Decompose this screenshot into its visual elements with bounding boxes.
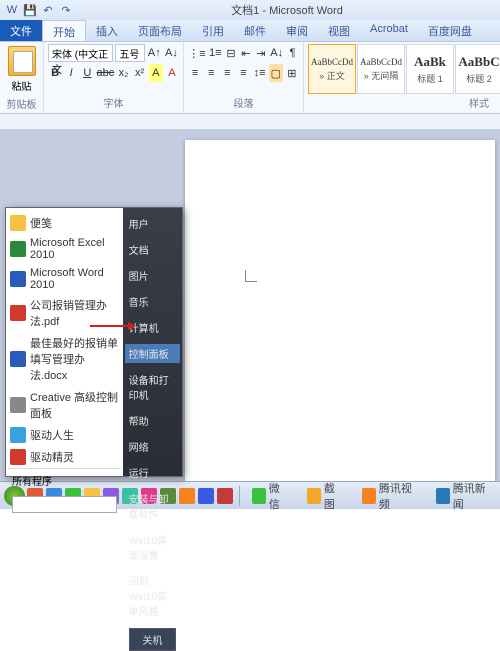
tab-home[interactable]: 开始 [42,20,86,41]
annotation-arrow [90,325,130,327]
tray-icon-10[interactable] [217,488,233,504]
tab-insert[interactable]: 插入 [86,20,128,41]
tab-layout[interactable]: 页面布局 [128,20,192,41]
multilevel-button[interactable]: ⊟ [225,44,238,62]
start-right-7[interactable]: 帮助 [125,411,180,430]
shutdown-button[interactable]: 关机 [129,628,176,651]
align-right-button[interactable]: ≡ [220,64,234,82]
undo-icon[interactable]: ↶ [40,2,56,18]
tab-mail[interactable]: 邮件 [234,20,276,41]
start-menu-left: 便笺Microsoft Excel 2010Microsoft Word 201… [6,208,123,476]
paste-button[interactable]: 粘贴 [4,44,39,95]
start-right-0[interactable]: 用户 [125,214,180,233]
start-right-10[interactable]: 安装与卸载软件 [125,489,180,523]
start-item-5[interactable]: Creative 高级控制面板 [8,386,121,424]
start-right-9[interactable]: 运行 [125,463,180,482]
italic-button[interactable]: I [64,64,78,82]
sub-button[interactable]: x₂ [116,64,130,82]
bold-button[interactable]: B [48,64,62,82]
tab-file[interactable]: 文件 [0,20,42,41]
font-color-button[interactable]: A [165,64,179,82]
taskbar-task-3[interactable]: 腾讯新闻 [430,478,496,514]
tab-view[interactable]: 视图 [318,20,360,41]
start-right-1[interactable]: 文档 [125,240,180,259]
shading-button[interactable]: ▢ [269,64,283,82]
page[interactable] [185,140,495,490]
justify-button[interactable]: ≡ [236,64,250,82]
styles-group-label: 样式 [308,94,500,111]
taskbar-task-1[interactable]: 截图 [301,478,348,514]
ribbon: 粘贴 剪贴板 宋体 (中文正文 五号 A↑ A↓ B I U abc x₂ x²… [0,42,500,114]
start-right-3[interactable]: 音乐 [125,292,180,311]
start-right-11[interactable]: Win10桌面设置 [125,530,180,564]
shrink-font-icon[interactable]: A↓ [164,44,179,62]
taskbar-task-2[interactable]: 腾讯视频 [356,478,422,514]
underline-button[interactable]: U [80,64,94,82]
taskbar-task-0[interactable]: 微信 [246,478,293,514]
grow-font-icon[interactable]: A↑ [147,44,162,62]
all-programs[interactable]: 所有程序 [8,468,121,492]
start-item-6[interactable]: 驱动人生 [8,424,121,446]
paste-icon [8,46,36,76]
align-left-button[interactable]: ≡ [188,64,202,82]
paste-label: 粘贴 [12,78,32,93]
show-marks-button[interactable]: ¶ [286,44,299,62]
quick-access-toolbar: W 💾 ↶ ↷ [4,2,74,18]
start-right-5[interactable]: 控制面板 [125,344,180,363]
style-item-0[interactable]: AaBbCcDd» 正文 [308,44,356,94]
start-item-7[interactable]: 驱动精灵 [8,446,121,468]
word-icon[interactable]: W [4,2,20,18]
para-group-label: 段落 [188,94,299,111]
search-input[interactable] [12,496,117,513]
clipboard-group-label: 剪贴板 [4,95,39,112]
start-right-6[interactable]: 设备和打印机 [125,370,180,404]
tab-review[interactable]: 审阅 [276,20,318,41]
cursor-mark [245,270,257,282]
ruler [0,114,500,130]
taskbar-separator [239,486,240,506]
group-styles: AaBbCcDd» 正文AaBbCcDd» 无间隔AaBk标题 1AaBbC标题… [304,42,500,113]
start-right-12[interactable]: 回到Win10菜单风格 [125,571,180,620]
style-item-2[interactable]: AaBk标题 1 [406,44,454,94]
title-bar: W 💾 ↶ ↷ 文档1 - Microsoft Word [0,0,500,20]
taskbar-tasks: 微信截图腾讯视频腾讯新闻 [246,478,496,514]
sup-button[interactable]: x² [133,64,147,82]
bullets-button[interactable]: ⋮≡ [188,44,206,62]
start-item-4[interactable]: 最佳最好的报销单填写管理办法.docx [8,332,121,386]
start-menu-right: 用户文档图片音乐计算机控制面板设备和打印机帮助网络运行安装与卸载软件Win10桌… [123,208,182,476]
align-center-button[interactable]: ≡ [204,64,218,82]
start-right-2[interactable]: 图片 [125,266,180,285]
font-size-select[interactable]: 五号 [115,44,144,62]
start-menu: 便笺Microsoft Excel 2010Microsoft Word 201… [5,207,183,477]
save-icon[interactable]: 💾 [22,2,38,18]
group-clipboard: 粘贴 剪贴板 [0,42,44,113]
tab-baidu[interactable]: 百度网盘 [418,20,482,41]
sort-button[interactable]: A↓ [269,44,284,62]
line-spacing-button[interactable]: ↕≡ [253,64,267,82]
ribbon-tabs: 文件 开始 插入 页面布局 引用 邮件 审阅 视图 Acrobat 百度网盘 [0,20,500,42]
style-item-1[interactable]: AaBbCcDd» 无间隔 [357,44,405,94]
start-item-0[interactable]: 便笺 [8,212,121,234]
group-font: 宋体 (中文正文 五号 A↑ A↓ B I U abc x₂ x² A A 字体 [44,42,184,113]
highlight-button[interactable]: A [149,64,163,82]
search-box-wrap [8,492,121,517]
strike-button[interactable]: abc [96,64,114,82]
borders-button[interactable]: ⊞ [285,64,299,82]
tab-ref[interactable]: 引用 [192,20,234,41]
font-name-select[interactable]: 宋体 (中文正文 [48,44,113,62]
font-group-label: 字体 [48,94,179,111]
indent-dec-button[interactable]: ⇤ [239,44,252,62]
tab-acrobat[interactable]: Acrobat [360,20,418,41]
start-item-1[interactable]: Microsoft Excel 2010 [8,234,121,264]
tray-icon-9[interactable] [198,488,214,504]
start-item-2[interactable]: Microsoft Word 2010 [8,264,121,294]
numbering-button[interactable]: 1≡ [208,44,223,62]
window-title: 文档1 - Microsoft Word [78,2,496,18]
style-item-3[interactable]: AaBbC标题 2 [455,44,500,94]
tray-icon-8[interactable] [179,488,195,504]
start-right-8[interactable]: 网络 [125,437,180,456]
indent-inc-button[interactable]: ⇥ [254,44,267,62]
group-paragraph: ⋮≡ 1≡ ⊟ ⇤ ⇥ A↓ ¶ ≡ ≡ ≡ ≡ ↕≡ ▢ ⊞ 段落 [184,42,304,113]
redo-icon[interactable]: ↷ [58,2,74,18]
